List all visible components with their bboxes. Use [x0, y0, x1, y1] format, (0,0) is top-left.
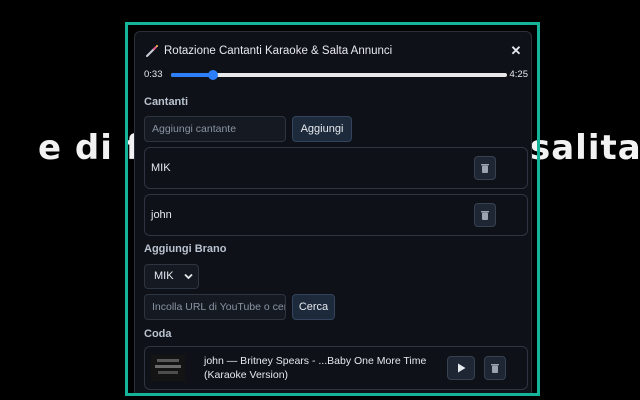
add-song-heading: Aggiungi Brano — [144, 243, 227, 255]
search-button[interactable]: Cerca — [292, 294, 335, 320]
magic-wand-icon — [146, 45, 158, 57]
play-icon — [457, 363, 465, 373]
panel-header: Rotazione Cantanti Karaoke & Salta Annun… — [145, 43, 523, 59]
youtube-url-input[interactable]: Incolla URL di YouTube o cerca — [144, 294, 286, 320]
progress-fill — [171, 73, 213, 77]
queue-heading: Coda — [144, 328, 172, 340]
singer-name-input[interactable]: Aggiungi cantante — [144, 116, 286, 142]
playback-progress[interactable]: 0:33 4:25 — [144, 68, 528, 82]
singer-item: MIK — [144, 147, 528, 189]
progress-knob[interactable] — [207, 70, 218, 80]
current-time: 0:33 — [144, 69, 163, 80]
thumbnail-image — [151, 355, 185, 381]
queue-item-title: john — Britney Spears - ...Baby One More… — [204, 355, 427, 381]
add-singer-button[interactable]: Aggiungi — [292, 116, 352, 142]
total-time: 4:25 — [509, 69, 529, 80]
video-thumbnail — [151, 355, 185, 381]
trash-icon — [481, 211, 489, 220]
queue-item: john — Britney Spears - ...Baby One More… — [144, 346, 528, 390]
karaoke-panel: Rotazione Cantanti Karaoke & Salta Annun… — [134, 31, 532, 393]
extension-frame: Rotazione Cantanti Karaoke & Salta Annun… — [125, 22, 540, 396]
play-button[interactable] — [447, 356, 475, 380]
singer-select-value: MIK — [154, 270, 174, 282]
close-icon[interactable]: ✕ — [509, 43, 523, 59]
delete-singer-button[interactable] — [474, 203, 496, 227]
panel-title: Rotazione Cantanti Karaoke & Salta Annun… — [164, 45, 393, 57]
singer-name: john — [151, 209, 172, 221]
lyrics-text-right: salita — [530, 128, 640, 168]
trash-icon — [481, 164, 489, 173]
delete-singer-button[interactable] — [474, 156, 496, 180]
singers-heading: Cantanti — [144, 96, 188, 108]
singer-select[interactable]: MIK — [144, 264, 199, 289]
singer-item: john — [144, 194, 528, 236]
singer-name: MIK — [151, 162, 171, 174]
progress-track[interactable] — [171, 70, 507, 80]
delete-queue-item-button[interactable] — [484, 356, 506, 380]
chevron-down-icon — [184, 273, 193, 280]
trash-icon — [491, 364, 499, 373]
